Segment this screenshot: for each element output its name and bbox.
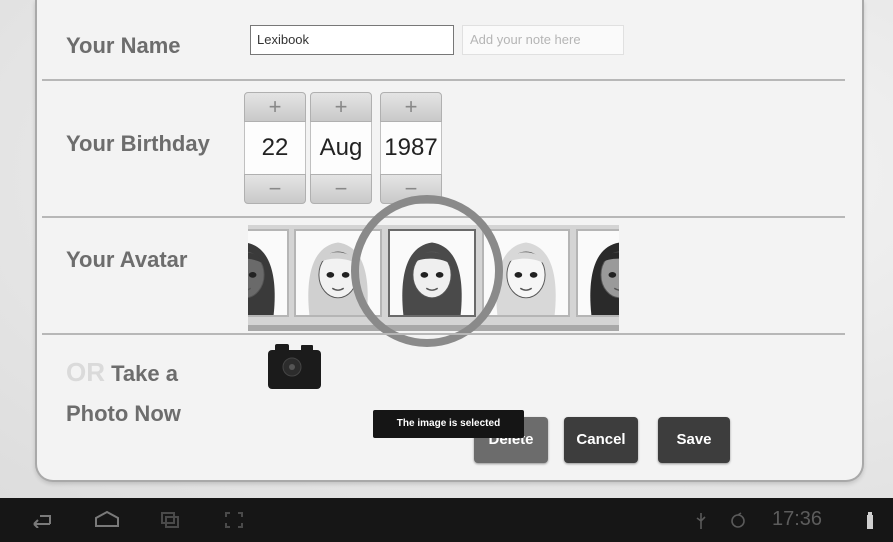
- home-icon[interactable]: [93, 510, 121, 533]
- year-stepper: + 1987 −: [380, 92, 442, 204]
- birthday-label: Your Birthday: [66, 131, 210, 156]
- avatar-tile[interactable]: [294, 229, 382, 317]
- toast-message: The image is selected: [373, 410, 524, 438]
- note-input[interactable]: Add your note here: [462, 25, 624, 55]
- year-value: 1987: [380, 122, 442, 174]
- avatar-tile[interactable]: [388, 229, 476, 317]
- battery-icon: [864, 511, 876, 536]
- month-increment-button[interactable]: +: [310, 92, 372, 122]
- month-stepper: + Aug −: [310, 92, 372, 204]
- camera-icon[interactable]: [267, 342, 322, 390]
- month-decrement-button[interactable]: −: [310, 174, 372, 204]
- system-navigation-bar: [0, 498, 893, 542]
- screenshot-icon[interactable]: [224, 511, 244, 534]
- divider: [42, 333, 845, 335]
- avatar-tile[interactable]: [576, 229, 619, 317]
- take-photo-line1: Take a: [111, 361, 178, 386]
- avatar-label: Your Avatar: [66, 247, 188, 272]
- divider: [42, 216, 845, 218]
- avatar-tile[interactable]: [482, 229, 570, 317]
- take-photo-line2: Photo Now: [66, 401, 181, 426]
- day-value: 22: [244, 122, 306, 174]
- name-label: Your Name: [66, 33, 181, 58]
- recent-apps-icon[interactable]: [160, 511, 180, 534]
- usb-icon: [695, 512, 707, 535]
- divider: [42, 79, 845, 81]
- avatar-carousel[interactable]: [248, 225, 619, 331]
- year-decrement-button[interactable]: −: [380, 174, 442, 204]
- take-photo-label: OR Take a Photo Now: [66, 352, 181, 434]
- avatar-tile[interactable]: [248, 229, 289, 317]
- status-clock: 17:36: [772, 508, 823, 530]
- save-button[interactable]: Save: [658, 417, 730, 463]
- day-decrement-button[interactable]: −: [244, 174, 306, 204]
- or-label: OR: [66, 357, 105, 387]
- day-stepper: + 22 −: [244, 92, 306, 204]
- name-input[interactable]: Lexibook: [250, 25, 454, 55]
- back-icon[interactable]: [28, 512, 54, 533]
- year-increment-button[interactable]: +: [380, 92, 442, 122]
- sync-icon: [730, 512, 746, 535]
- day-increment-button[interactable]: +: [244, 92, 306, 122]
- month-value: Aug: [310, 122, 372, 174]
- cancel-button[interactable]: Cancel: [564, 417, 638, 463]
